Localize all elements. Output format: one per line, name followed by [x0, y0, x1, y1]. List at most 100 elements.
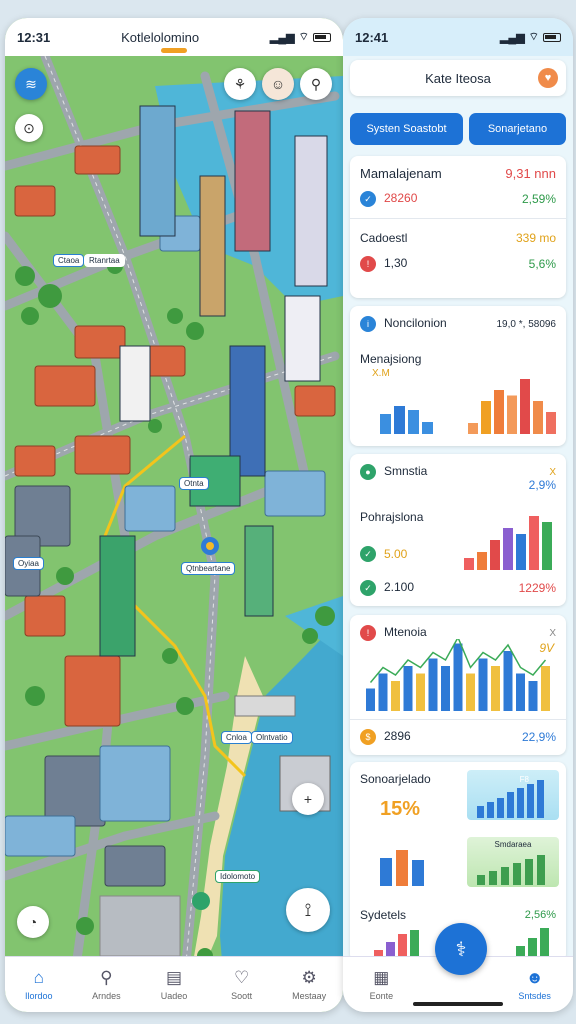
home-icon: ⌂	[33, 968, 44, 987]
card-title: Mamalajenam	[360, 166, 442, 181]
wifi-icon: ⌔	[298, 31, 309, 43]
card-subtitle: Pohrajslona	[360, 510, 424, 524]
map-screen: 12:31 Kotlelolomino ▂▄▆ ⌔ Ctaoa Rtanrtaa…	[5, 18, 343, 1012]
settings-icon: ⚙	[301, 968, 317, 987]
nav-search[interactable]: ⚲ Arndes	[73, 968, 141, 1001]
dashboard-screen: 12:41 ▂▄▆ ⌔ Kate Iteosa ♥ Systen Soastobt…	[343, 18, 573, 1012]
search-icon[interactable]: ⚲	[300, 68, 332, 100]
heart-icon: ♡	[233, 968, 250, 987]
chart-bar	[428, 658, 438, 711]
avatar[interactable]: ☺	[262, 68, 294, 100]
map-label[interactable]: Otnta	[179, 477, 209, 490]
map-label[interactable]: Idolomoto	[215, 870, 261, 883]
chart-bar	[546, 412, 556, 434]
status-icons: ▂▄▆ ⌔	[500, 30, 561, 44]
app-title: Kotlelolomino	[121, 29, 200, 45]
row-pct: 2,59%	[521, 192, 556, 206]
list-icon: ▤	[165, 968, 183, 987]
status-time: 12:31	[17, 29, 51, 45]
mini-label: F8	[519, 775, 529, 784]
stats-card: Mamalajenam 9,31 nnn ✓ 28260 2,59% Cadoestl…	[350, 156, 566, 298]
card-title: Mtenoia	[384, 625, 427, 639]
wifi-icon: ⌔	[528, 31, 539, 43]
bottom-nav: ⌂ Ilordoo ⚲ Arndes ▤ Uadeo ♡ Soott ⚙ Mestaay	[5, 956, 343, 1012]
chart-bar	[416, 673, 425, 711]
close-icon[interactable]: X	[549, 467, 556, 478]
check-icon: ✓	[360, 191, 376, 207]
thumbnail-chart[interactable]: F8	[467, 770, 559, 820]
share-icon[interactable]: ⚘	[224, 68, 256, 100]
city-map[interactable]	[5, 56, 343, 974]
secondary-button[interactable]: Sonarjetano	[469, 113, 566, 145]
chart-card-1: i Noncilonion 19,0 *, 58096 Menajsiong X.M	[350, 306, 566, 446]
card-value: 9,31 nnn	[505, 166, 556, 181]
map-label[interactable]: Rtanrtaa	[84, 254, 125, 267]
compass-icon[interactable]: ⟟	[286, 888, 330, 932]
profile-icon[interactable]: ♥	[538, 68, 558, 88]
chart-bar	[366, 688, 375, 711]
primary-button[interactable]: Systen Soastobt	[350, 113, 463, 145]
row-value: 1,30	[384, 256, 408, 270]
zoom-in-icon[interactable]: +	[292, 783, 324, 815]
chart-bar	[507, 395, 517, 434]
chart-bar	[516, 534, 526, 570]
chart-bar	[503, 651, 513, 711]
map-label[interactable]: Ctaoa	[53, 254, 85, 267]
chart-bar	[477, 552, 487, 570]
nav-settings[interactable]: ⚙ Mestaay	[275, 968, 343, 1001]
nav-home[interactable]: ⌂ Ilordoo	[5, 968, 73, 1001]
search-icon: ⚲	[100, 968, 113, 987]
nav-label: Eonte	[369, 991, 394, 1001]
nav-label: Sntsdes	[518, 991, 551, 1001]
divider	[350, 218, 566, 219]
row-value: 2.100	[384, 580, 415, 594]
recenter-icon[interactable]: ◔	[17, 906, 49, 938]
battery-icon	[543, 32, 561, 42]
nav-label: Arndes	[92, 991, 121, 1001]
row-pct: 339 mo	[515, 231, 556, 245]
add-fab-icon[interactable]: ⚕	[435, 923, 487, 975]
row-pct: 1229%	[518, 581, 556, 595]
map-label[interactable]: Olntvatio	[251, 731, 293, 744]
nav-label: Uadeo	[160, 991, 188, 1001]
map-label[interactable]: Qtnbeartane	[181, 562, 236, 575]
row-value: 5.00	[384, 547, 408, 561]
location-icon[interactable]: ⊙	[15, 114, 43, 142]
chart-bar	[542, 522, 552, 570]
bar-chart-2	[464, 516, 552, 570]
layers-icon[interactable]: ≋	[15, 68, 47, 100]
status-time: 12:41	[355, 29, 389, 45]
chart-bar	[441, 666, 450, 711]
chart-bar	[468, 423, 478, 434]
status-icons: ▂▄▆ ⌔	[270, 30, 331, 44]
map-label[interactable]: Cnloa	[221, 731, 252, 744]
chart-card-3: ! Mtenoia X 9V $2896 22,9%	[350, 615, 566, 755]
big-pct: 15%	[380, 798, 421, 820]
chart-bar	[408, 410, 419, 434]
info-icon: i	[360, 316, 376, 332]
card-title: Smnstia	[384, 464, 428, 478]
row-value: 28260	[384, 191, 418, 205]
chart-card-2: ● Smnstia X 2,9% Pohrajslona ✓ 5.00 ✓ 2.100 1…	[350, 454, 566, 606]
close-icon[interactable]: X	[549, 628, 556, 639]
chart-bar	[481, 401, 491, 434]
chart-bar	[422, 422, 433, 434]
thumbnail-chart[interactable]: Smdaraea	[467, 837, 559, 887]
chart-bar	[478, 658, 488, 711]
search-title: Kate Iteosa	[425, 70, 491, 86]
nav-people[interactable]: ☻ Sntsdes	[496, 968, 573, 1001]
nav-list[interactable]: ▤ Uadeo	[140, 968, 208, 1001]
chart-bar	[491, 666, 500, 711]
people-icon: ☻	[525, 968, 544, 987]
card-value: 19,0 *, 58096	[496, 318, 557, 330]
row-label: Cadoestl	[360, 231, 408, 245]
home-indicator	[413, 1002, 503, 1006]
search-bar[interactable]: Kate Iteosa ♥	[350, 60, 566, 96]
title-indicator	[161, 48, 187, 53]
row-value: 2896	[384, 729, 411, 743]
signal-icon: ▂▄▆	[499, 31, 525, 44]
card-pct: 2,9%	[528, 478, 556, 492]
map-label[interactable]: Oyiaa	[13, 557, 44, 570]
nav-favorites[interactable]: ♡ Soott	[208, 968, 276, 1001]
nav-grid[interactable]: ▦ Eonte	[343, 968, 420, 1001]
